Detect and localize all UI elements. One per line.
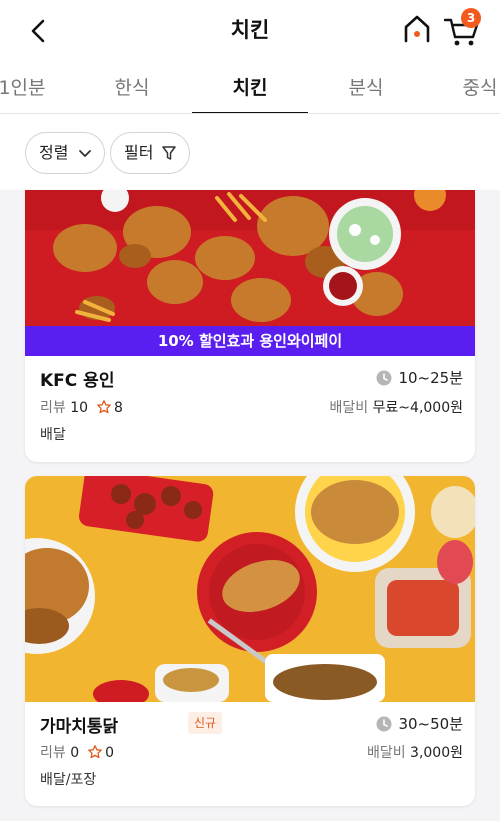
service-type: 배달/포장 [40, 772, 97, 788]
filter-bar: 정렬 필터 [0, 114, 500, 190]
category-tabs: 1인분 한식 치킨 분식 중식 [0, 62, 500, 114]
delivery-time: 10~25분 [376, 367, 463, 388]
tab-1인분[interactable]: 1인분 [0, 62, 74, 113]
fee-label: 배달비 [329, 400, 369, 416]
home-icon[interactable] [400, 12, 434, 46]
filter-label: 필터 [124, 143, 154, 162]
delivery-time: 30~50분 [376, 713, 463, 734]
promo-banner: 10% 할인효과 용인와이페이 [25, 326, 475, 356]
tab-snack[interactable]: 분식 [326, 62, 406, 113]
cart-count-badge: 3 [461, 8, 481, 28]
restaurant-name: KFC 용인 [40, 371, 115, 391]
top-bar: 치킨 3 [0, 0, 500, 62]
review-label: 리뷰 [40, 745, 66, 761]
new-badge: 신규 [188, 712, 223, 734]
restaurant-name: 가마치통닭 [40, 717, 119, 737]
clock-icon [376, 716, 392, 732]
funnel-icon [162, 146, 176, 160]
delivery-time-value: 30~50분 [398, 715, 463, 733]
favorite-count: 8 [114, 400, 123, 416]
delivery-fee: 배달비 무료~4,000원 [329, 397, 463, 417]
filter-button[interactable]: 필터 [110, 132, 190, 174]
fee-value: 무료~4,000원 [372, 400, 463, 416]
sort-button[interactable]: 정렬 [25, 132, 105, 174]
restaurant-photo [25, 476, 475, 702]
favorite-icon [88, 745, 102, 759]
review-count: 0 [70, 745, 80, 761]
fee-label: 배달비 [366, 745, 406, 761]
review-count: 10 [70, 400, 89, 416]
favorite-count: 0 [105, 745, 115, 761]
sort-label: 정렬 [39, 143, 69, 162]
restaurant-card[interactable]: 10% 할인효과 용인와이페이 KFC 용인 10~25분 리뷰 10 8 배달… [25, 190, 475, 462]
tab-korean[interactable]: 한식 [92, 62, 172, 113]
restaurant-photo [25, 190, 475, 326]
favorite-icon [97, 400, 111, 414]
restaurant-card[interactable]: 가마치통닭 신규 30~50분 리뷰 0 0 배달비 3,000원 배달/포장 [25, 476, 475, 806]
delivery-fee: 배달비 3,000원 [367, 742, 463, 762]
review-info: 리뷰 10 8 [40, 397, 123, 417]
delivery-time-value: 10~25분 [398, 369, 463, 387]
tab-chicken[interactable]: 치킨 [192, 62, 308, 113]
service-type: 배달 [40, 427, 66, 443]
chevron-down-icon [79, 150, 91, 157]
clock-icon [376, 370, 392, 386]
fee-value: 3,000원 [410, 745, 463, 761]
review-label: 리뷰 [40, 400, 66, 416]
review-info: 리뷰 0 0 [40, 742, 114, 762]
tab-chinese[interactable]: 중식 [440, 62, 500, 113]
